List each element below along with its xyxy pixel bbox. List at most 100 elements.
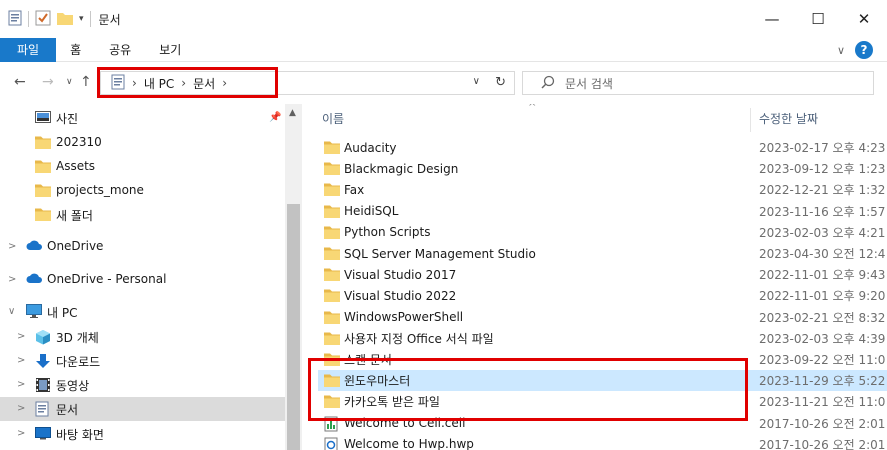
file-row[interactable]: Python Scripts 2023-02-03 오후 4:21 <box>318 222 887 243</box>
expand-right-icon[interactable]: > <box>17 403 25 414</box>
nav-item-label: OneDrive - Personal <box>47 272 167 286</box>
cube-icon <box>35 329 51 345</box>
customize-toolbar-icon[interactable]: ▾ <box>79 14 84 24</box>
tab-view[interactable]: 보기 <box>145 38 195 62</box>
address-bar[interactable]: › 내 PC › 문서 › ∨ ↻ <box>100 71 515 95</box>
nav-item[interactable]: 사진 <box>0 106 285 130</box>
file-row[interactable]: Welcome to Cell.cell 2017-10-26 오전 2:01 <box>318 413 887 434</box>
tab-file[interactable]: 파일 <box>0 37 57 62</box>
navigation-pane: > 바탕 화면 > 문서 > 동영상 > 다운로드 >3D 개체 ∨ 내 PC > OneDrive -… <box>0 104 302 450</box>
cell-file-icon <box>324 416 340 432</box>
video-icon <box>35 377 51 392</box>
refresh-icon[interactable]: ↻ <box>495 75 506 90</box>
expand-down-icon[interactable]: ∨ <box>8 306 15 317</box>
file-row[interactable]: 스캔 문서 2023-09-22 오전 11:0 <box>318 349 887 370</box>
file-name: Welcome to Cell.cell <box>344 416 466 431</box>
file-row[interactable]: SQL Server Management Studio 2023-04-30 오… <box>318 243 887 264</box>
nav-item[interactable]: ∨ 내 PC <box>0 300 285 324</box>
file-date: 2023-04-30 오전 12:4 <box>759 247 886 261</box>
breadcrumb-pc[interactable]: 내 PC <box>144 75 174 92</box>
back-arrow-icon[interactable]: ← <box>14 74 26 90</box>
forward-arrow-icon[interactable]: → <box>42 74 54 90</box>
maximize-icon: ☐ <box>811 10 825 28</box>
navigation-bar: ← → ∨ ↑ › 내 PC › 문서 › ∨ ↻ 문서 검색 <box>0 62 887 104</box>
file-row[interactable]: Visual Studio 2022 2022-11-01 오후 9:20 <box>318 285 887 306</box>
folder-icon <box>324 394 340 409</box>
minimize-icon: — <box>764 10 780 28</box>
expand-right-icon[interactable]: > <box>17 379 25 390</box>
column-header-name[interactable]: 이름 <box>322 104 344 132</box>
nav-item-label: 202310 <box>56 135 102 149</box>
up-arrow-icon[interactable]: ↑ <box>80 74 92 90</box>
file-row[interactable]: 윈도우마스터 2023-11-29 오후 5:22 <box>318 370 887 392</box>
properties-icon[interactable] <box>8 10 22 29</box>
address-dropdown-icon[interactable]: ∨ <box>473 76 480 87</box>
chevron-right-icon[interactable]: › <box>222 76 227 90</box>
folder-icon <box>324 310 340 324</box>
file-name: 윈도우마스터 <box>344 374 411 389</box>
file-row[interactable]: 사용자 지정 Office 서식 파일 2023-02-03 오후 4:39 <box>318 328 887 349</box>
file-row[interactable]: WindowsPowerShell 2023-02-21 오전 8:32 <box>318 307 887 328</box>
file-date: 2023-02-03 오후 4:21 <box>759 225 886 240</box>
expand-right-icon[interactable]: > <box>17 355 25 366</box>
help-button[interactable]: ? <box>855 41 873 59</box>
file-date: 2022-11-01 오후 9:20 <box>759 289 886 304</box>
nav-item[interactable]: > 동영상 <box>0 373 285 397</box>
chevron-down-icon[interactable]: ∨ <box>837 44 845 57</box>
file-row[interactable]: 카카오톡 받은 파일 2023-11-21 오전 11:0 <box>318 391 887 412</box>
expand-right-icon[interactable]: > <box>8 274 16 285</box>
expand-right-icon[interactable]: > <box>17 428 25 439</box>
minimize-button[interactable]: — <box>749 0 795 38</box>
file-row[interactable]: Blackmagic Design 2023-09-12 오후 1:23 <box>318 158 887 179</box>
expand-right-icon[interactable]: > <box>8 241 16 252</box>
nav-item[interactable]: > 다운로드 <box>0 349 285 373</box>
title-bar: ▾ 문서 — ☐ ✕ <box>0 0 887 38</box>
recent-locations-icon[interactable]: ∨ <box>66 77 73 87</box>
file-date: 2023-02-21 오전 8:32 <box>759 310 886 325</box>
nav-item[interactable]: Assets <box>0 155 285 179</box>
nav-item-label: 3D 개체 <box>56 331 99 345</box>
tab-home[interactable]: 홈 <box>56 38 95 62</box>
scrollbar-thumb[interactable] <box>287 204 300 450</box>
nav-item[interactable]: > OneDrive - Personal <box>0 268 285 292</box>
chevron-right-icon[interactable]: › <box>181 76 186 90</box>
document-icon <box>35 401 51 417</box>
file-row[interactable]: Welcome to Hwp.hwp 2017-10-26 오전 2:01 <box>318 434 887 450</box>
desktop-icon <box>35 426 51 440</box>
pin-icon[interactable]: 📌 <box>269 112 281 123</box>
checkmark-icon[interactable] <box>35 10 51 29</box>
nav-item[interactable]: > OneDrive <box>0 235 285 259</box>
nav-scrollbar[interactable]: ▲ <box>285 104 302 450</box>
file-row[interactable]: Visual Studio 2017 2022-11-01 오후 9:43 <box>318 264 887 285</box>
scroll-up-icon[interactable]: ▲ <box>289 108 296 118</box>
file-name: Audacity <box>344 140 397 155</box>
column-divider[interactable] <box>750 108 751 132</box>
chevron-right-icon[interactable]: › <box>132 76 137 90</box>
nav-item-label: 새 폴더 <box>56 209 93 223</box>
file-row[interactable]: Audacity 2023-02-17 오후 4:23 <box>318 137 887 158</box>
nav-item[interactable]: 새 폴더 <box>0 203 285 227</box>
nav-item[interactable]: >3D 개체 <box>0 325 285 349</box>
folder-icon <box>324 267 340 282</box>
tab-share[interactable]: 공유 <box>95 38 145 62</box>
file-date: 2022-11-01 오후 9:43 <box>759 268 886 283</box>
close-button[interactable]: ✕ <box>841 0 887 38</box>
folder-icon <box>35 207 51 221</box>
column-header-date[interactable]: 수정한 날짜 <box>759 104 818 132</box>
nav-item[interactable]: 202310 <box>0 131 285 155</box>
nav-item[interactable]: > 문서 <box>0 397 285 421</box>
file-date: 2023-02-17 오후 4:23 <box>759 141 886 155</box>
file-name: Visual Studio 2022 <box>344 288 457 303</box>
window-title: 문서 <box>98 12 121 27</box>
maximize-button[interactable]: ☐ <box>795 0 841 38</box>
new-folder-icon[interactable] <box>57 11 73 28</box>
expand-right-icon[interactable]: > <box>17 331 25 342</box>
search-input[interactable]: 문서 검색 <box>522 71 874 95</box>
nav-item[interactable]: projects_mone <box>0 179 285 203</box>
nav-item[interactable]: > 바탕 화면 <box>0 422 285 446</box>
folder-icon <box>324 161 340 176</box>
file-row[interactable]: Fax 2022-12-21 오후 1:32 <box>318 179 887 200</box>
hwp-file-icon <box>324 437 340 450</box>
breadcrumb-documents[interactable]: 문서 <box>193 75 215 92</box>
file-row[interactable]: HeidiSQL 2023-11-16 오후 1:57 <box>318 201 887 222</box>
